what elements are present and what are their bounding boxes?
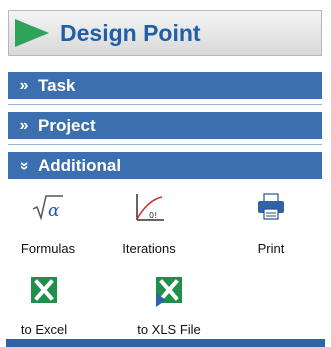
sqrt-alpha-icon: α [32,195,63,221]
divider [8,144,322,145]
tool-label: Print [257,241,285,256]
chevron-down-icon: » [16,161,33,170]
tool-label: to Excel [20,322,68,337]
excel-icon [31,277,57,303]
section-task-label: Task [38,75,76,95]
chevron-right-icon: » [19,116,29,134]
panel-title: Design Point [60,19,201,46]
to-xls-file-button[interactable]: to XLS File [127,275,211,337]
iterations-button[interactable]: 0! Iterations [109,192,189,256]
tool-label: to XLS File [137,322,201,337]
printer-icon [258,193,284,220]
chevron-right-icon: » [19,76,29,94]
play-arrow-icon [15,19,49,47]
to-excel-button[interactable]: to Excel [9,275,79,337]
print-button[interactable]: Print [241,192,301,256]
section-project-label: Project [38,115,96,135]
panel-bottom-edge [6,339,325,347]
svg-text:0!: 0! [149,211,157,220]
svg-text:α: α [48,201,60,221]
design-point-header[interactable]: Design Point [8,10,322,56]
xls-file-icon [156,277,182,307]
section-additional[interactable]: » Additional [8,152,322,179]
tool-label: Formulas [20,241,76,256]
section-project[interactable]: » Project [8,112,322,139]
section-additional-label: Additional [38,155,122,175]
iterations-icon: 0! [136,194,164,221]
section-task[interactable]: » Task [8,72,322,99]
design-point-panel: Design Point » Task » Project » Addition… [6,0,325,347]
divider [8,104,322,105]
tool-label: Iterations [122,241,176,256]
formulas-button[interactable]: α Formulas [13,192,83,256]
